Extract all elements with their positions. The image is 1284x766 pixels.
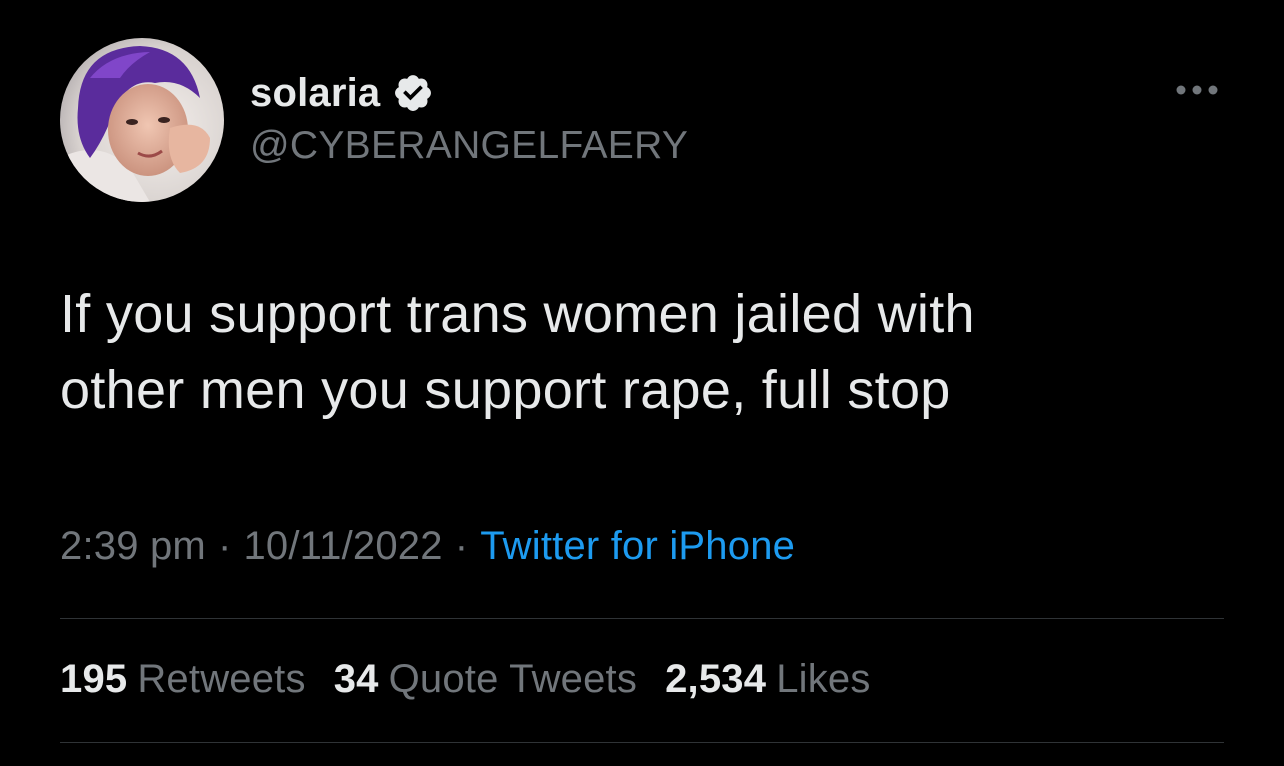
divider [60,742,1224,743]
avatar[interactable] [60,38,224,202]
tweet-text-line-1: If you support trans women jailed with [60,284,975,344]
meta-separator: · [217,524,232,568]
meta-separator: · [454,524,469,568]
likes-stat[interactable]: 2,534 Likes [665,657,871,702]
likes-count: 2,534 [665,657,767,701]
more-options-icon[interactable] [1172,80,1222,100]
tweet-source-link[interactable]: Twitter for iPhone [480,524,795,568]
quote-tweets-count: 34 [333,657,379,701]
tweet-text-line-2: other men you support rape, full stop [60,360,951,420]
display-name[interactable]: solaria [250,71,380,116]
retweets-count: 195 [60,657,128,701]
user-handle[interactable]: @CYBERANGELFAERY [250,124,688,168]
divider [60,618,1224,619]
verified-badge-icon [392,72,434,114]
tweet-detail: solaria @CYBERANGELFAERY If you support … [0,0,1284,766]
quote-tweets-stat[interactable]: 34 Quote Tweets [334,657,637,702]
engagement-stats: 195 Retweets 34 Quote Tweets 2,534 Likes [60,657,871,702]
tweet-metadata: 2:39 pm · 10/11/2022 · Twitter for iPhone [60,524,795,569]
name-row: solaria [250,68,688,118]
likes-label: Likes [776,657,871,701]
tweet-text: If you support trans women jailed with o… [60,276,1240,428]
tweet-time[interactable]: 2:39 pm [60,524,206,568]
tweet-date[interactable]: 10/11/2022 [243,524,442,568]
retweets-label: Retweets [137,657,306,701]
retweets-stat[interactable]: 195 Retweets [60,657,306,702]
avatar-image [60,38,224,202]
quote-tweets-label: Quote Tweets [388,657,638,701]
author-info: solaria @CYBERANGELFAERY [250,68,688,168]
